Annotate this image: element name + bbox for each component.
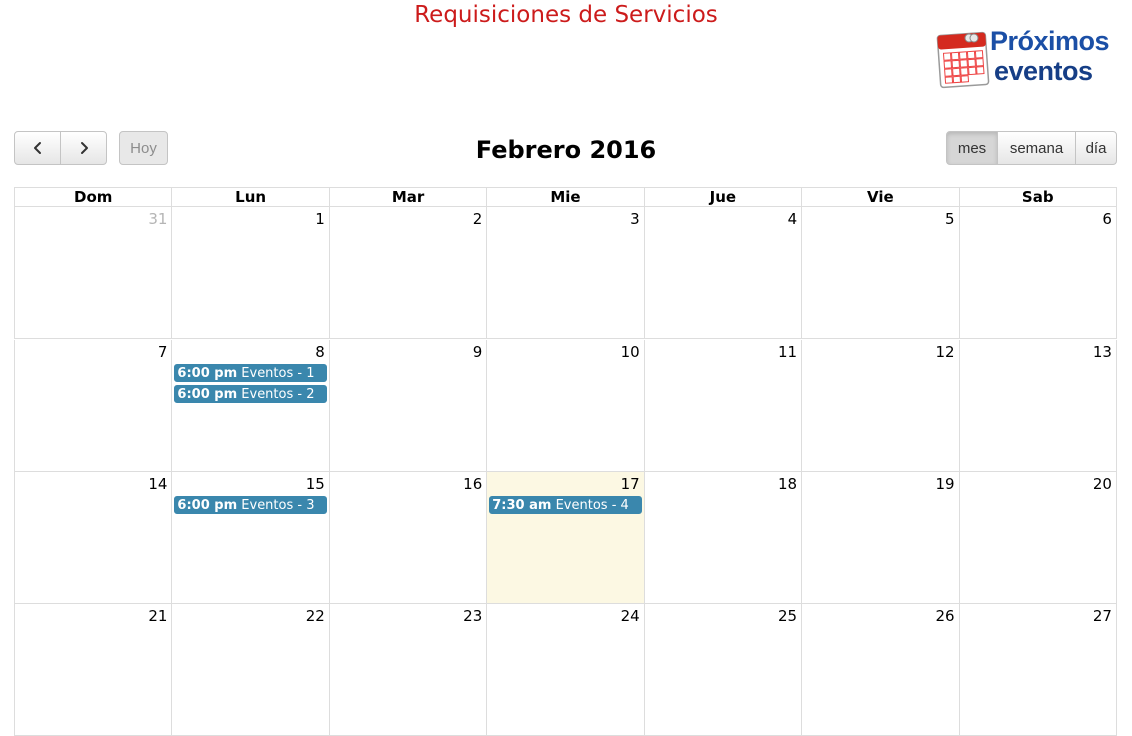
event-time: 6:00 pm [177,387,238,402]
day-number[interactable]: 25 [778,607,797,626]
event-time: 7:30 am [492,498,552,513]
day-number[interactable]: 10 [621,343,640,362]
day-cell[interactable]: 24 [486,604,643,735]
day-number[interactable]: 12 [935,343,954,362]
day-cell[interactable]: 21 [14,604,171,735]
day-cell[interactable]: 3 [486,207,643,338]
day-number[interactable]: 19 [935,475,954,494]
week-row: 21 22 23 24 25 26 27 [14,604,1117,736]
day-cell[interactable]: 15 6:00 pm Eventos - 3 [171,472,328,603]
day-cell[interactable]: 25 [643,604,801,735]
weekday-header-row: Dom Lun Mar Mie Jue Vie Sab [14,187,1117,207]
weekday-header: Dom [14,188,171,206]
day-number[interactable]: 23 [463,607,482,626]
day-number[interactable]: 9 [473,343,483,362]
day-cell[interactable]: 26 [801,604,958,735]
day-cell-today[interactable]: 17 7:30 am Eventos - 4 [486,472,644,603]
day-cell[interactable]: 13 [958,340,1117,471]
event-title: Eventos - 3 [241,498,315,513]
day-cell[interactable]: 18 [643,472,801,603]
day-cell[interactable]: 19 [801,472,958,603]
day-cell[interactable]: 22 [171,604,328,735]
day-number[interactable]: 3 [630,210,640,229]
day-number[interactable]: 8 [315,343,325,362]
logo-text: Próximos eventos [990,26,1110,86]
day-cell[interactable]: 4 [643,207,801,338]
day-cell[interactable]: 10 [486,340,643,471]
day-cell[interactable]: 20 [958,472,1117,603]
day-number[interactable]: 20 [1093,475,1112,494]
day-cell[interactable]: 6 [958,207,1117,338]
event-time: 6:00 pm [177,366,238,381]
weekday-header: Mar [328,188,486,206]
weekday-header: Vie [801,188,958,206]
day-number[interactable]: 16 [463,475,482,494]
day-number[interactable]: 15 [306,475,325,494]
day-number[interactable]: 5 [945,210,955,229]
day-number[interactable]: 13 [1093,343,1112,362]
month-calendar-grid: Dom Lun Mar Mie Jue Vie Sab 31 1 2 3 4 5 6 7 8 6:… [14,187,1117,736]
event-title: Eventos - 1 [241,366,315,381]
calendar-event[interactable]: 6:00 pm Eventos - 1 [174,364,327,382]
day-number[interactable]: 31 [148,210,167,229]
day-number[interactable]: 4 [788,210,798,229]
day-cell[interactable]: 14 [14,472,171,603]
day-cell[interactable]: 7 [14,340,171,471]
event-title: Eventos - 2 [241,387,315,402]
day-cell[interactable]: 23 [328,604,486,735]
day-cell[interactable]: 12 [801,340,958,471]
day-number[interactable]: 18 [778,475,797,494]
day-number[interactable]: 11 [778,343,797,362]
day-view-button[interactable]: día [1075,131,1117,165]
calendar-icon [936,31,990,89]
weekday-header: Mie [486,188,643,206]
event-time: 6:00 pm [177,498,238,513]
calendar-event[interactable]: 7:30 am Eventos - 4 [489,496,642,514]
week-row: 7 8 6:00 pm Eventos - 1 6:00 pm Eventos - 2… [14,340,1117,472]
day-cell[interactable]: 11 [643,340,801,471]
logo-line-2: eventos [994,56,1093,86]
day-number[interactable]: 26 [935,607,954,626]
day-cell[interactable]: 27 [958,604,1117,735]
day-cell[interactable]: 16 [328,472,486,603]
day-number[interactable]: 22 [306,607,325,626]
day-number[interactable]: 7 [158,343,168,362]
weekday-header: Lun [171,188,328,206]
view-button-group: mes semana día [946,131,1117,165]
day-number[interactable]: 27 [1093,607,1112,626]
calendar-event[interactable]: 6:00 pm Eventos - 3 [174,496,327,514]
event-title: Eventos - 4 [555,498,629,513]
week-row: 14 15 6:00 pm Eventos - 3 16 17 7:30 am Event… [14,472,1117,604]
day-cell[interactable]: 5 [801,207,958,338]
day-cell[interactable]: 9 [328,340,486,471]
day-number[interactable]: 2 [473,210,483,229]
day-cell[interactable]: 31 [14,207,171,338]
week-row: 31 1 2 3 4 5 6 [14,207,1117,339]
weekday-header: Sab [958,188,1117,206]
day-cell[interactable]: 2 [328,207,486,338]
weekday-header: Jue [643,188,801,206]
week-view-button[interactable]: semana [997,131,1076,165]
month-view-button[interactable]: mes [946,131,998,165]
day-number[interactable]: 24 [621,607,640,626]
day-cell[interactable]: 8 6:00 pm Eventos - 1 6:00 pm Eventos - 2 [171,340,328,471]
day-number[interactable]: 6 [1102,210,1112,229]
day-number[interactable]: 17 [621,475,640,494]
logo-line-1: Próximos [990,26,1110,56]
proximos-eventos-logo: Próximos eventos [936,26,1118,94]
day-number[interactable]: 14 [148,475,167,494]
day-number[interactable]: 1 [315,210,325,229]
day-number[interactable]: 21 [148,607,167,626]
calendar-event[interactable]: 6:00 pm Eventos - 2 [174,385,327,403]
day-cell[interactable]: 1 [171,207,328,338]
